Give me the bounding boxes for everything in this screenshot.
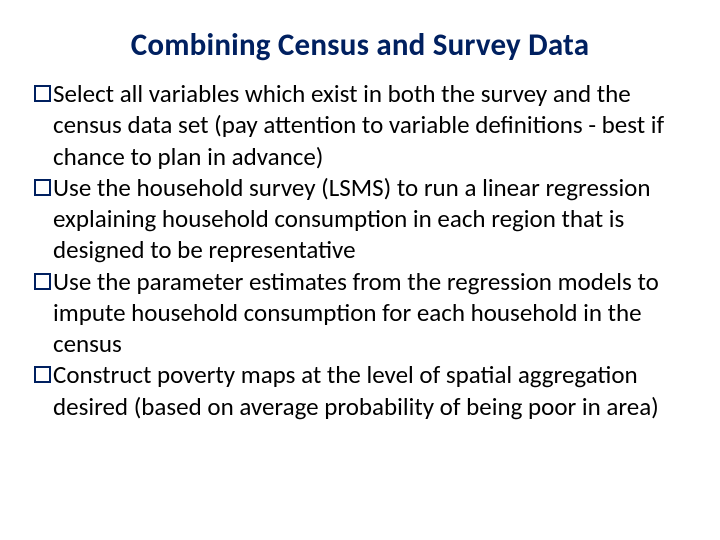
bullet-text: Use the parameter estimates from the reg… [53, 266, 686, 360]
list-item: Select all variables which exist in both… [34, 78, 686, 172]
bullet-text: Construct poverty maps at the level of s… [53, 359, 686, 422]
checkbox-bullet-icon [34, 85, 51, 102]
list-item: Construct poverty maps at the level of s… [34, 359, 686, 422]
checkbox-bullet-icon [34, 273, 51, 290]
bullet-text: Use the household survey (LSMS) to run a… [53, 172, 686, 266]
list-item: Use the parameter estimates from the reg… [34, 266, 686, 360]
bullet-list: Select all variables which exist in both… [34, 78, 686, 422]
bullet-text: Select all variables which exist in both… [53, 78, 686, 172]
checkbox-bullet-icon [34, 179, 51, 196]
checkbox-bullet-icon [34, 366, 51, 383]
slide-title: Combining Census and Survey Data [34, 26, 686, 64]
slide: Combining Census and Survey Data Select … [0, 0, 720, 540]
list-item: Use the household survey (LSMS) to run a… [34, 172, 686, 266]
